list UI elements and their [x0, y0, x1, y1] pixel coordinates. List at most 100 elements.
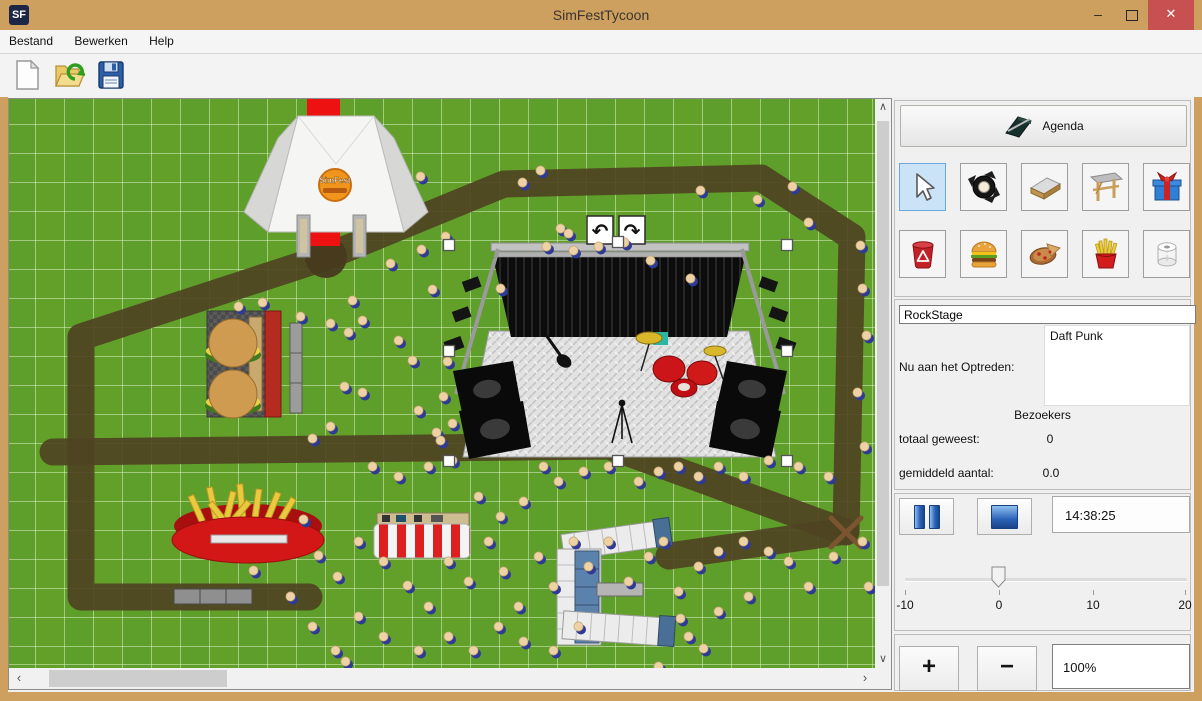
- visitor: [519, 497, 531, 510]
- zoom-in-button[interactable]: +: [899, 646, 959, 691]
- tool-select[interactable]: [899, 163, 946, 211]
- visitor: [249, 566, 261, 579]
- tool-fries[interactable]: [1082, 230, 1129, 278]
- tool-pizza[interactable]: [1021, 230, 1068, 278]
- slider-tick-label: 10: [1079, 598, 1107, 612]
- content-area: SimFest: [0, 97, 1202, 692]
- visitor: [348, 296, 360, 309]
- horizontal-scrollbar[interactable]: ‹ ›: [9, 668, 875, 689]
- zoom-out-button[interactable]: −: [977, 646, 1037, 691]
- visitor: [379, 632, 391, 645]
- visitor: [416, 172, 428, 185]
- bench[interactable]: [290, 323, 302, 413]
- visitor: [394, 336, 406, 349]
- save-button[interactable]: [94, 59, 128, 92]
- scroll-right-button[interactable]: ›: [857, 668, 873, 689]
- agenda-button[interactable]: Agenda: [900, 105, 1187, 147]
- open-folder-icon: [53, 59, 85, 91]
- visitor: [539, 462, 551, 475]
- selection-handle[interactable]: [613, 456, 624, 467]
- zoom-groupbox: + − 100%: [894, 634, 1191, 691]
- visitor: [444, 557, 456, 570]
- visitor: [534, 552, 546, 565]
- rotate-left-icon: ↶: [592, 221, 609, 243]
- menu-bar: Bestand Bewerken Help: [0, 30, 1202, 54]
- new-file-icon: [13, 59, 41, 91]
- zoom-level-field[interactable]: 100%: [1052, 644, 1190, 689]
- maximize-button[interactable]: [1116, 0, 1148, 30]
- menu-help[interactable]: Help: [140, 30, 183, 48]
- selection-handle[interactable]: [444, 240, 455, 251]
- visitor: [674, 587, 686, 600]
- simfest-logo: [319, 169, 351, 201]
- slider-tick: [905, 590, 906, 595]
- market-stall[interactable]: [374, 513, 470, 558]
- visitor: [354, 537, 366, 550]
- scroll-left-button[interactable]: ‹: [11, 668, 27, 689]
- tool-gate[interactable]: [1082, 163, 1129, 211]
- stop-button[interactable]: [977, 498, 1032, 535]
- slider-thumb[interactable]: [991, 566, 1006, 591]
- toolbar: [0, 54, 1202, 98]
- visitor: [862, 331, 874, 344]
- visitor: [424, 462, 436, 475]
- open-file-button[interactable]: [52, 59, 86, 92]
- now-performing-box[interactable]: Daft Punk: [1044, 325, 1190, 406]
- slider-track[interactable]: [905, 578, 1187, 582]
- selection-handle[interactable]: [613, 237, 624, 248]
- visitor: [408, 356, 420, 369]
- tool-spotlight[interactable]: [960, 163, 1007, 211]
- main-stage[interactable]: [443, 243, 796, 459]
- tool-gift[interactable]: [1143, 163, 1190, 211]
- selection-handle[interactable]: [444, 456, 455, 467]
- tool-trashcan[interactable]: [899, 230, 946, 278]
- toilet-paper-icon: [1150, 237, 1184, 271]
- slider-tick: [1185, 590, 1186, 595]
- visitor: [519, 637, 531, 650]
- visitor: [864, 582, 875, 595]
- visitor: [448, 419, 460, 432]
- tool-path-tile[interactable]: [1021, 163, 1068, 211]
- horizontal-scroll-thumb[interactable]: [49, 670, 227, 687]
- visitor: [354, 612, 366, 625]
- new-file-button[interactable]: [10, 59, 44, 92]
- tools-groupbox: Agenda: [894, 100, 1191, 297]
- selection-handle[interactable]: [782, 456, 793, 467]
- scroll-down-button[interactable]: ∨: [875, 651, 891, 668]
- menu-bewerken[interactable]: Bewerken: [65, 30, 136, 48]
- visitor: [439, 392, 451, 405]
- slider-tick-label: 20: [1171, 598, 1199, 612]
- selection-handle[interactable]: [782, 346, 793, 357]
- visitor: [331, 646, 343, 659]
- selection-handle[interactable]: [782, 240, 793, 251]
- rotate-left-button[interactable]: ↶: [587, 216, 613, 244]
- menu-bestand[interactable]: Bestand: [0, 30, 62, 48]
- pause-button[interactable]: [899, 498, 954, 535]
- stage-name-input[interactable]: [899, 305, 1196, 324]
- visitor: [744, 592, 756, 605]
- burger-stand[interactable]: [205, 311, 281, 418]
- visitor: [333, 572, 345, 585]
- selection-handle[interactable]: [444, 346, 455, 357]
- speed-slider[interactable]: -1001020: [895, 554, 1192, 624]
- vertical-scroll-thumb[interactable]: [877, 121, 889, 586]
- clock-display[interactable]: 14:38:25: [1052, 496, 1190, 533]
- minimize-button[interactable]: –: [1082, 0, 1114, 30]
- visitor: [860, 442, 872, 455]
- tool-toilet-paper[interactable]: [1143, 230, 1190, 278]
- visitor: [514, 602, 526, 615]
- close-button[interactable]: ✕: [1148, 0, 1194, 30]
- bench[interactable]: [174, 589, 252, 604]
- vertical-scrollbar[interactable]: ∧ ∨: [875, 99, 891, 668]
- visitor: [784, 557, 796, 570]
- scroll-up-button[interactable]: ∧: [875, 99, 891, 116]
- tool-burger[interactable]: [960, 230, 1007, 278]
- window-frame-bottom: [0, 692, 1202, 701]
- simulation-controls-groupbox: 14:38:25 -1001020: [894, 493, 1191, 631]
- visitor: [714, 607, 726, 620]
- agenda-label: Agenda: [1042, 119, 1083, 133]
- simfest-logo-text: SimFest: [319, 176, 350, 185]
- festival-map-canvas[interactable]: SimFest: [9, 99, 875, 668]
- visitor: [443, 357, 455, 370]
- bench[interactable]: [597, 583, 643, 596]
